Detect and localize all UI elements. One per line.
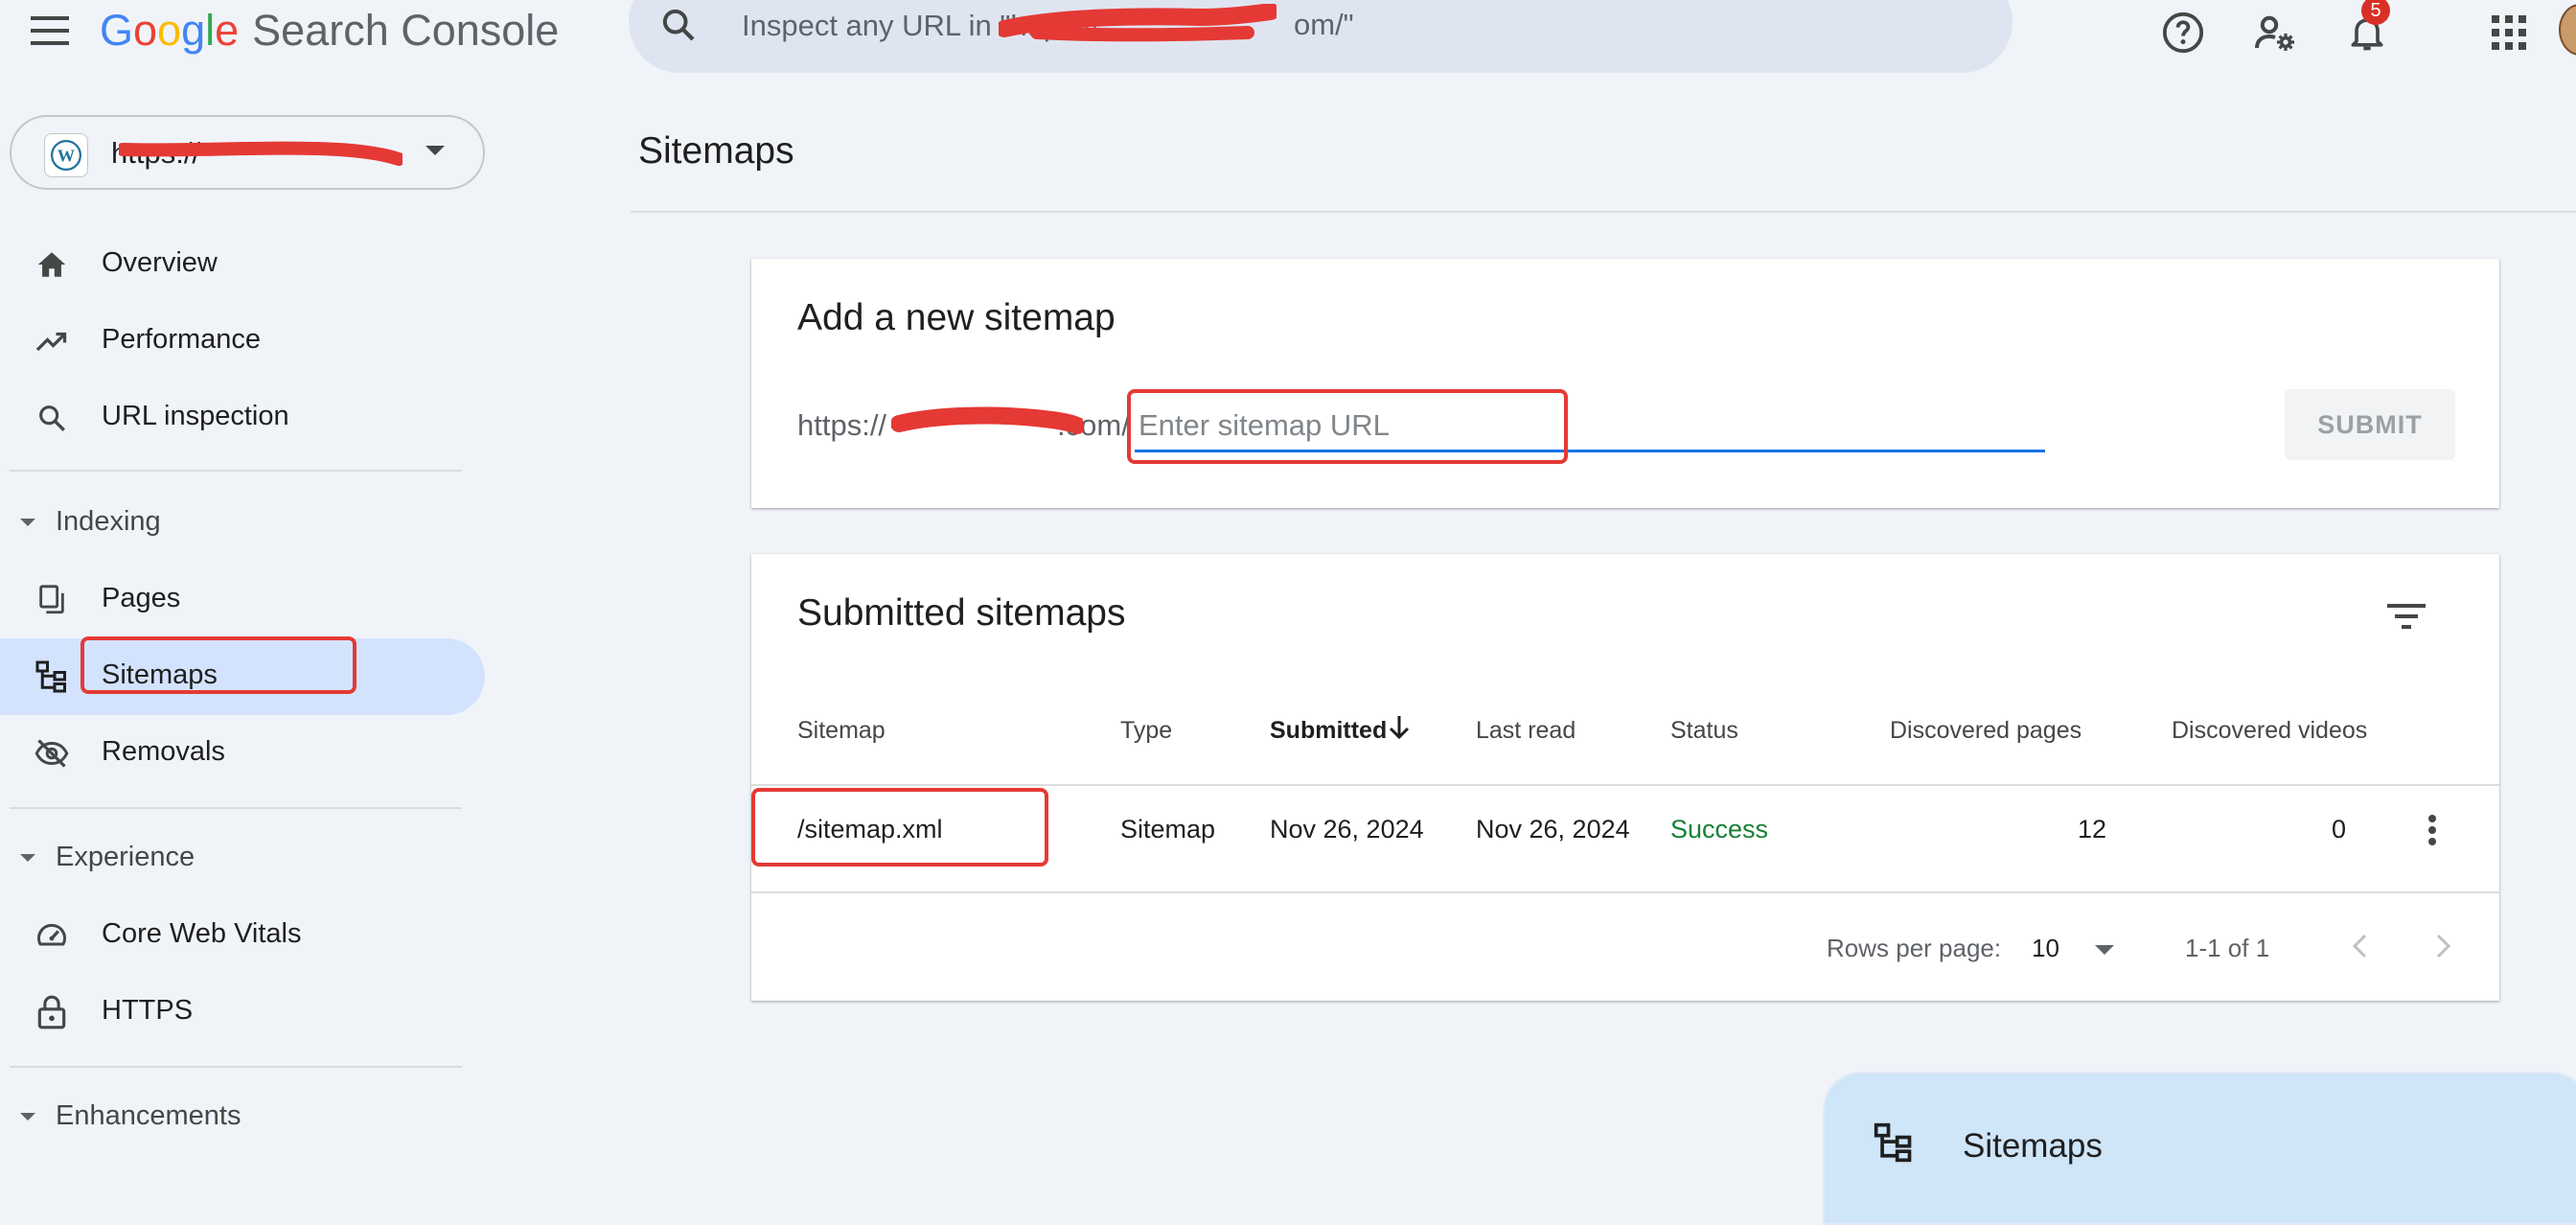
property-selector[interactable]: W https://: [10, 115, 485, 190]
nav-label: Pages: [102, 583, 181, 613]
redaction-mark: [999, 4, 1276, 42]
search-console-logo[interactable]: Google Search Console: [100, 2, 559, 59]
more-vert-icon: [2428, 815, 2436, 845]
section-experience[interactable]: Experience: [0, 830, 485, 888]
search-suffix: om/": [1294, 8, 1354, 41]
sidebar-divider: [10, 1066, 462, 1068]
help-button[interactable]: [2154, 4, 2212, 61]
hamburger-icon: [31, 16, 69, 45]
section-label: Enhancements: [56, 1100, 242, 1131]
filter-button[interactable]: [2380, 590, 2432, 642]
chevron-down-icon: [426, 146, 445, 155]
card-title: Submitted sitemaps: [797, 592, 1126, 634]
nav-performance[interactable]: Performance: [0, 303, 485, 380]
redaction-mark: [119, 141, 402, 166]
svg-text:W: W: [58, 146, 76, 165]
users-permissions-button[interactable]: [2246, 4, 2304, 61]
nav-overview[interactable]: Overview: [0, 226, 485, 303]
prefix-start: https://: [797, 408, 887, 442]
google-wordmark: Google: [100, 6, 240, 55]
annotation-box-sitemaps-nav: [80, 636, 356, 694]
cell-last-read: Nov 26, 2024: [1476, 815, 1630, 844]
previous-page-button[interactable]: [2340, 924, 2379, 968]
avatar[interactable]: [2559, 4, 2576, 56]
add-sitemap-card: Add a new sitemap https://.com/ SUBMIT: [751, 259, 2499, 508]
nav-https[interactable]: HTTPS: [0, 974, 485, 1051]
trending-up-icon: [33, 322, 71, 360]
cell-discovered-pages: 12: [2077, 815, 2106, 844]
visibility-off-icon: [33, 734, 71, 773]
pages-icon: [33, 581, 71, 619]
pagination-range: 1-1 of 1: [2185, 934, 2270, 962]
speed-icon: [33, 916, 71, 955]
url-inspection-search[interactable]: om/": [629, 0, 2012, 73]
card-title: Add a new sitemap: [797, 297, 1116, 338]
nav-label: Core Web Vitals: [102, 918, 302, 949]
section-label: Indexing: [56, 506, 161, 537]
column-header-submitted[interactable]: Submitted: [1270, 717, 1387, 745]
redaction-mark: [891, 406, 1083, 434]
title-divider: [631, 211, 2576, 213]
section-label: Experience: [56, 842, 196, 872]
sidebar-divider: [10, 470, 462, 472]
column-header-discovered-videos[interactable]: Discovered videos: [2172, 717, 2367, 745]
main-menu-button[interactable]: [25, 6, 75, 56]
sidebar-divider: [10, 807, 462, 809]
column-header-last-read[interactable]: Last read: [1476, 717, 1576, 745]
row-more-button[interactable]: [2413, 807, 2451, 853]
lock-icon: [33, 993, 71, 1031]
cell-discovered-videos: 0: [2331, 815, 2346, 844]
section-indexing[interactable]: Indexing: [0, 495, 485, 552]
next-page-button[interactable]: [2425, 924, 2463, 968]
page-title: Sitemaps: [638, 130, 794, 172]
nav-pages[interactable]: Pages: [0, 562, 485, 638]
nav-core-web-vitals[interactable]: Core Web Vitals: [0, 897, 485, 974]
caret-down-icon: [20, 854, 35, 862]
sitemap-icon: [33, 658, 71, 696]
product-name: Search Console: [252, 6, 560, 55]
column-header-status[interactable]: Status: [1670, 717, 1738, 745]
apps-grid-icon: [2492, 15, 2526, 50]
cell-type: Sitemap: [1120, 815, 1216, 844]
cell-submitted: Nov 26, 2024: [1270, 815, 1424, 844]
nav-label: HTTPS: [102, 995, 194, 1026]
nav-removals[interactable]: Removals: [0, 715, 485, 792]
chevron-left-icon: [2352, 934, 2367, 959]
nav-url-inspection[interactable]: URL inspection: [0, 380, 485, 456]
annotation-box-sitemap-input: [1127, 389, 1568, 464]
search-icon: [662, 9, 695, 41]
column-header-type[interactable]: Type: [1120, 717, 1172, 745]
manage-accounts-icon: [2255, 15, 2294, 51]
column-header-discovered-pages[interactable]: Discovered pages: [1890, 717, 2082, 745]
rows-per-page-label: Rows per page:: [1827, 934, 2002, 962]
nav-label: Removals: [102, 736, 225, 767]
rows-per-page-value: 10: [2032, 934, 2059, 962]
home-icon: [33, 245, 71, 284]
nav-label: Performance: [102, 324, 262, 355]
submit-button[interactable]: SUBMIT: [2285, 389, 2455, 460]
cell-status: Success: [1670, 815, 1769, 844]
wordpress-icon: W: [44, 133, 88, 177]
chevron-right-icon: [2436, 934, 2451, 959]
rows-per-page-select[interactable]: 10: [2032, 926, 2128, 968]
sitemaps-floating-panel[interactable]: Sitemaps: [1823, 1072, 2576, 1225]
apps-button[interactable]: [2480, 4, 2538, 61]
top-bar: Google Search Console om/": [0, 0, 2576, 86]
search-icon: [33, 399, 71, 437]
sitemap-icon: [1874, 1122, 1912, 1163]
table-divider: [751, 891, 2499, 893]
caret-down-icon: [20, 519, 35, 526]
submitted-sitemaps-card: Submitted sitemaps Sitemap Type Submitte…: [751, 554, 2499, 1001]
chevron-down-icon: [2095, 945, 2114, 955]
column-header-sitemap[interactable]: Sitemap: [797, 717, 886, 745]
section-enhancements[interactable]: Enhancements: [0, 1089, 485, 1146]
nav-label: URL inspection: [102, 401, 289, 431]
nav-label: Overview: [102, 247, 218, 278]
caret-down-icon: [20, 1113, 35, 1121]
panel-label: Sitemaps: [1963, 1127, 2103, 1165]
arrow-down-icon: [1389, 716, 1410, 740]
filter-list-icon: [2387, 604, 2426, 629]
help-icon: [2162, 12, 2204, 54]
annotation-box-sitemap-cell: [751, 788, 1048, 867]
